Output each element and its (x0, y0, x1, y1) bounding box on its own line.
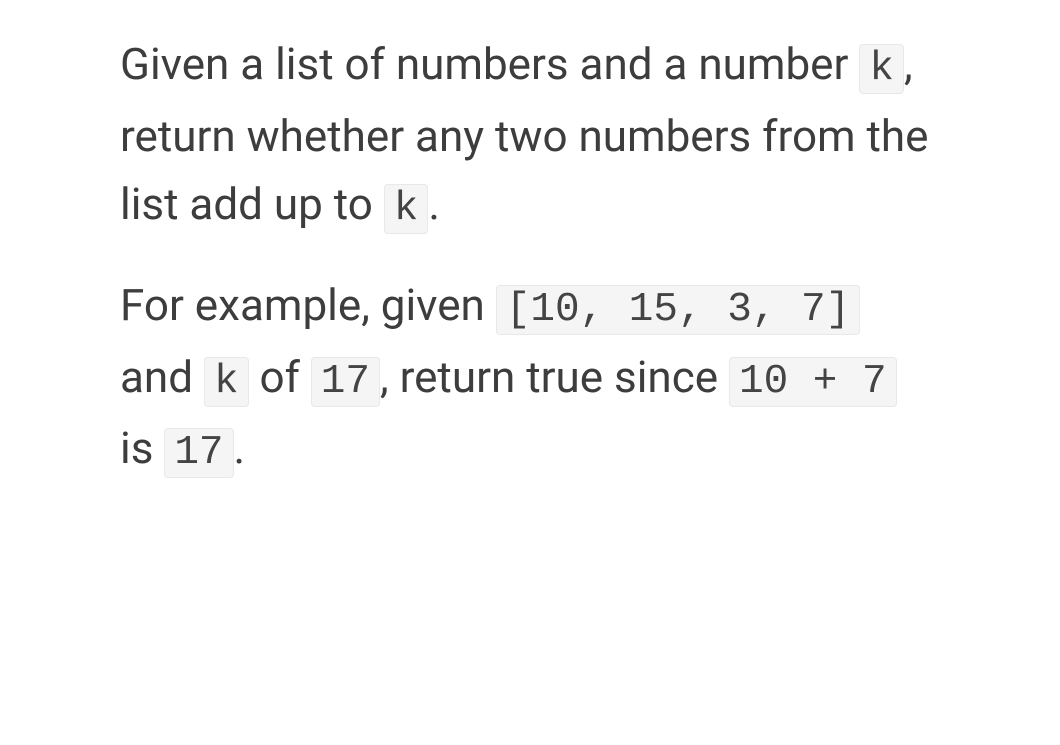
text: . (428, 178, 440, 230)
problem-paragraph-1: Given a list of numbers and a number k, … (120, 30, 940, 241)
problem-paragraph-2: For example, given [10, 15, 3, 7] and k … (120, 271, 940, 486)
code-17: 17 (164, 428, 233, 478)
code-17: 17 (311, 357, 380, 407)
text: and (120, 351, 204, 403)
text: . (234, 422, 246, 474)
code-list: [10, 15, 3, 7] (496, 285, 860, 335)
code-k: k (384, 184, 429, 234)
code-k: k (204, 357, 249, 407)
text: is (120, 422, 164, 474)
text: of (249, 351, 311, 403)
text: , return true since (380, 351, 729, 403)
text: Given a list of numbers and a number (120, 38, 859, 90)
code-k: k (859, 44, 904, 94)
code-sum: 10 + 7 (729, 357, 897, 407)
text: For example, given (120, 279, 496, 331)
